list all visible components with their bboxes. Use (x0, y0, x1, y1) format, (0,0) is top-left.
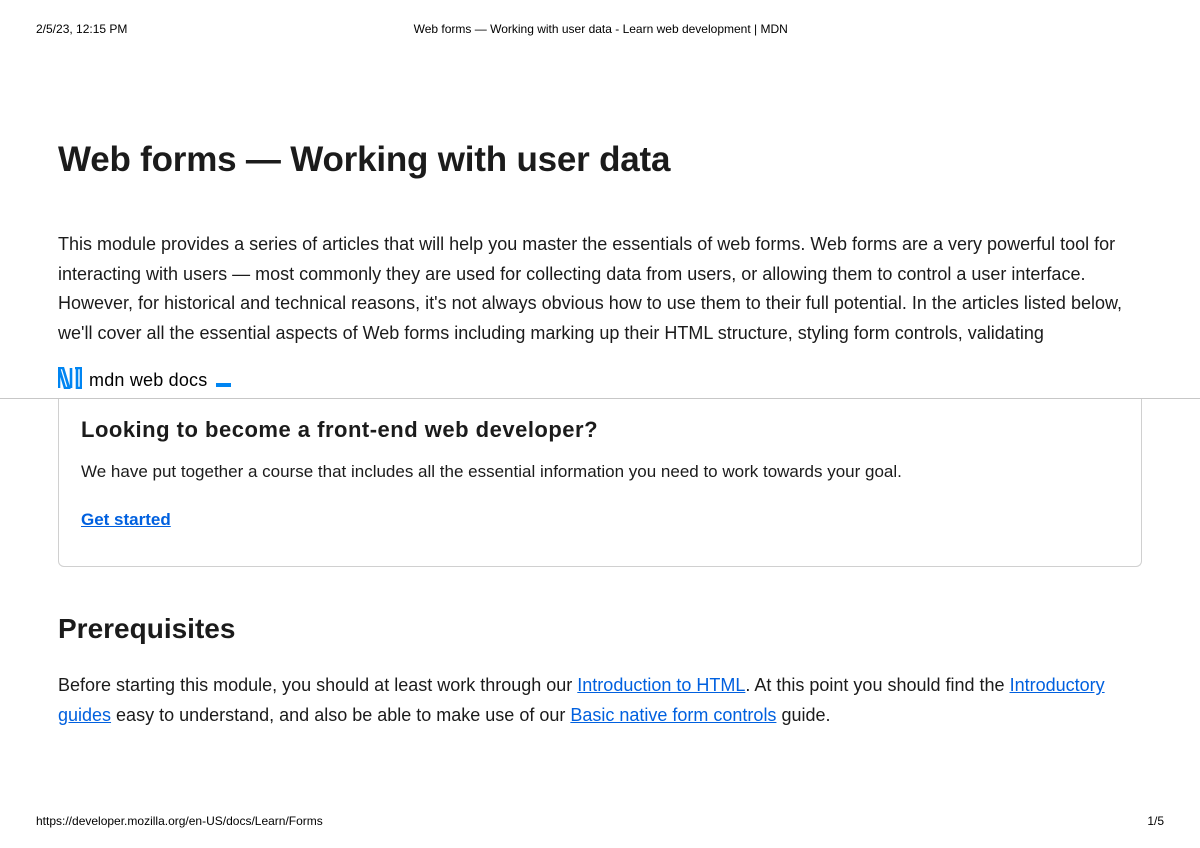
text: Before starting this module, you should … (58, 675, 577, 695)
print-title: Web forms — Working with user data - Lea… (414, 22, 788, 36)
callout-box: Looking to become a front-end web develo… (58, 399, 1142, 568)
page-title: Web forms — Working with user data (58, 140, 1142, 180)
footer-page-number: 1/5 (1147, 814, 1164, 828)
print-header: 2/5/23, 12:15 PM Web forms — Working wit… (0, 22, 1200, 36)
mdn-logo-text: mdn web docs (89, 370, 207, 391)
callout-heading: Looking to become a front-end web develo… (81, 417, 1119, 443)
callout-body: We have put together a course that inclu… (81, 459, 1119, 485)
intro-to-html-link[interactable]: Introduction to HTML (577, 675, 745, 695)
prerequisites-text: Before starting this module, you should … (58, 671, 1142, 730)
mdn-logo: mdn web docs (58, 367, 1142, 394)
get-started-link[interactable]: Get started (81, 510, 171, 529)
cursor-icon (216, 383, 231, 387)
text: guide. (776, 705, 830, 725)
text: easy to understand, and also be able to … (111, 705, 570, 725)
mdn-logo-icon (58, 367, 82, 394)
print-footer: https://developer.mozilla.org/en-US/docs… (0, 814, 1200, 828)
text: . At this point you should find the (745, 675, 1009, 695)
main-content: Web forms — Working with user data This … (58, 140, 1142, 731)
basic-native-form-controls-link[interactable]: Basic native form controls (570, 705, 776, 725)
intro-paragraph: This module provides a series of article… (58, 230, 1142, 349)
print-timestamp: 2/5/23, 12:15 PM (36, 22, 127, 36)
footer-url: https://developer.mozilla.org/en-US/docs… (36, 814, 323, 828)
prerequisites-heading: Prerequisites (58, 613, 1142, 645)
